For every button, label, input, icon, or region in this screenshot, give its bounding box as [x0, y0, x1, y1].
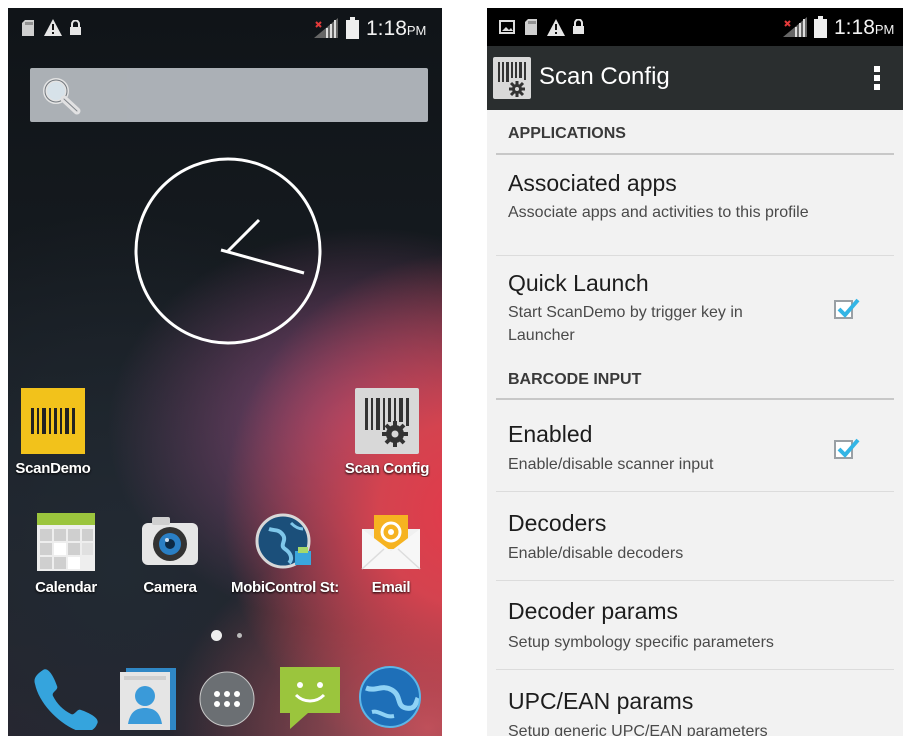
pref-decoders[interactable]: Decoders Enable/disable decoders	[496, 492, 894, 581]
no-sim-signal-icon	[314, 18, 338, 38]
app-drawer-icon[interactable]	[198, 670, 256, 732]
battery-icon	[346, 17, 359, 39]
category-barcode-input: BARCODE INPUT	[508, 371, 642, 388]
pref-upc-ean-params[interactable]: UPC/EAN params Setup generic UPC/EAN par…	[496, 670, 894, 736]
calendar-icon	[35, 511, 97, 573]
warning-icon	[44, 19, 62, 36]
status-bar: 1:18PM	[8, 8, 442, 48]
page-title: Scan Config	[539, 63, 670, 90]
phone-icon[interactable]	[33, 664, 99, 734]
category-applications: APPLICATIONS	[508, 125, 626, 142]
action-bar: Scan Config	[487, 46, 903, 110]
app-label: Calendar	[35, 579, 97, 596]
pref-title: Decoders	[508, 510, 607, 536]
category-divider	[496, 398, 894, 400]
no-sim-signal-icon	[783, 17, 807, 37]
pref-summary: Enable/disable decoders	[508, 545, 684, 562]
home-screen: 1:18PM ScanDemo Scan Config Calendar Cam…	[8, 8, 442, 736]
category-divider	[496, 153, 894, 155]
page-dot	[237, 633, 242, 638]
app-label: ScanDemo	[15, 460, 91, 477]
pref-quick-launch[interactable]: Quick Launch Start ScanDemo by trigger k…	[496, 256, 894, 358]
barcode-gear-icon	[355, 388, 419, 454]
enabled-checkbox[interactable]	[834, 438, 860, 459]
messaging-icon[interactable]	[278, 665, 342, 735]
warning-icon	[547, 19, 565, 36]
quick-launch-checkbox[interactable]	[834, 298, 860, 319]
page-dot-active	[211, 630, 222, 641]
pref-title: UPC/EAN params	[508, 688, 694, 714]
barcode-icon	[21, 388, 85, 454]
app-camera[interactable]: Camera	[125, 511, 215, 596]
pref-title: Quick Launch	[508, 270, 649, 296]
search-bar[interactable]	[30, 68, 428, 122]
app-email[interactable]: Email	[346, 511, 436, 596]
camera-icon	[138, 511, 202, 573]
image-icon	[499, 20, 515, 34]
app-mobicontrol[interactable]: MobiControl St:	[231, 511, 339, 596]
sd-card-icon	[22, 20, 34, 36]
lock-icon	[573, 19, 584, 34]
pref-summary: Associate apps and activities to this pr…	[508, 204, 809, 221]
page-indicator	[209, 630, 249, 642]
pref-associated-apps[interactable]: Associated apps Associate apps and activ…	[496, 156, 894, 256]
app-label: MobiControl St:	[231, 579, 339, 596]
battery-icon	[814, 16, 827, 38]
sd-card-icon	[525, 19, 537, 35]
app-scandemo[interactable]: ScanDemo	[8, 388, 98, 477]
analog-clock[interactable]	[133, 156, 323, 346]
overflow-menu-icon[interactable]	[872, 66, 882, 94]
pref-summary: Setup generic UPC/EAN parameters	[508, 723, 768, 736]
pref-title: Associated apps	[508, 170, 677, 196]
barcode-gear-icon[interactable]	[493, 57, 531, 99]
pref-title: Enabled	[508, 421, 593, 447]
status-bar: 1:18PM	[487, 8, 903, 46]
globe-icon	[255, 511, 315, 573]
pref-title: Decoder params	[508, 598, 679, 624]
pref-summary: Start ScanDemo by trigger key in Launche…	[508, 304, 743, 344]
pref-summary: Setup symbology specific parameters	[508, 634, 774, 651]
app-scan-config[interactable]: Scan Config	[342, 388, 432, 477]
browser-icon[interactable]	[358, 664, 422, 734]
app-label: Camera	[143, 579, 197, 596]
pref-decoder-params[interactable]: Decoder params Setup symbology specific …	[496, 581, 894, 670]
pref-summary: Enable/disable scanner input	[508, 456, 714, 473]
scan-config-screen: 1:18PM Scan Config APPLICATIONS Associat…	[487, 8, 903, 736]
status-time: 1:18PM	[834, 16, 895, 39]
app-label: Scan Config	[344, 460, 430, 477]
lock-icon	[70, 20, 81, 35]
pref-enabled[interactable]: Enabled Enable/disable scanner input	[496, 401, 894, 492]
app-calendar[interactable]: Calendar	[21, 511, 111, 596]
email-icon	[360, 511, 422, 573]
app-label: Email	[371, 579, 411, 596]
contacts-icon[interactable]	[120, 668, 178, 734]
search-icon[interactable]	[40, 76, 82, 120]
status-time: 1:18PM	[366, 17, 427, 40]
